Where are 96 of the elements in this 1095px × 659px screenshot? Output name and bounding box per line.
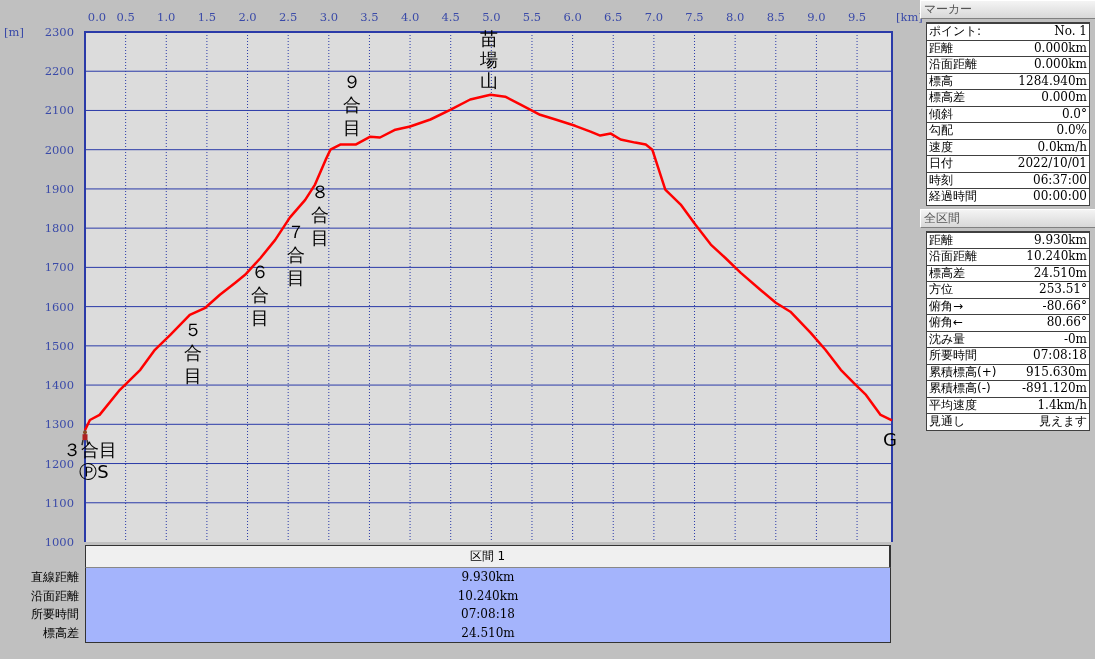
property-value: -891.120m (1021, 381, 1087, 397)
property-value: 80.66° (1046, 315, 1087, 331)
property-label: 傾斜 (929, 106, 953, 122)
axis-tick-label: 4.0 (400, 10, 420, 24)
axis-tick-label: 0.5 (116, 10, 135, 24)
property-label: 経過時間 (929, 189, 977, 205)
property-label: ポイント: (929, 24, 982, 40)
property-value: 9.930km (1034, 232, 1087, 248)
axis-tick-label: 1.0 (157, 10, 176, 24)
axis-tick-label: 9.0 (807, 10, 826, 24)
waypoint-label: ５合目 (184, 319, 202, 386)
table-cell: 07:08:18 (85, 605, 891, 624)
property-value: 06:37:00 (1033, 172, 1087, 188)
axis-tick-label: 6.5 (604, 10, 623, 24)
axis-unit-label: [m] (4, 25, 24, 39)
property-value: 10.240km (1026, 249, 1087, 265)
axis-tick-label: 1300 (44, 417, 74, 432)
property-label: 時刻 (929, 172, 953, 188)
axis-tick-label: 3.5 (360, 10, 379, 24)
property-value: 0.000m (1041, 90, 1087, 106)
property-label: 勾配 (929, 123, 953, 139)
axis-tick-label: 5.0 (482, 10, 501, 24)
property-value: 0.0% (1056, 123, 1087, 139)
waypoint-label: ７合目 (287, 221, 305, 288)
axis-tick-label: 6.0 (563, 10, 582, 24)
property-value: 07:08:18 (1033, 348, 1087, 364)
property-value: -80.66° (1042, 298, 1087, 314)
axis-tick-label: 8.0 (726, 10, 745, 24)
property-label: 俯角→ (929, 298, 964, 314)
panel-title: 全区間 (920, 208, 1095, 228)
property-label: 標高 (929, 73, 953, 89)
axis-tick-label: 7.0 (644, 10, 664, 24)
property-value: -0m (1063, 331, 1087, 347)
property-label: 見通し (929, 414, 965, 430)
property-value: 0.0° (1061, 106, 1087, 122)
row-label: 沿面距離 (30, 587, 80, 605)
row-label: 所要時間 (30, 606, 80, 623)
property-value: 見えます (1039, 414, 1087, 430)
axis-tick-label: 2.0 (238, 10, 257, 24)
property-value: 0.0km/h (1037, 139, 1087, 155)
property-value: 915.630m (1026, 364, 1087, 380)
property-value: 253.51° (1039, 282, 1087, 298)
section-header: 区間 1 (85, 545, 891, 568)
property-value: 0.000km (1034, 57, 1087, 73)
panel-title: マーカー (920, 0, 1095, 19)
axis-tick-label: 2300 (44, 25, 74, 39)
waypoint-label: ９合目 (343, 71, 361, 138)
property-label: 平均速度 (929, 397, 977, 413)
axis-tick-label: 1400 (44, 378, 74, 393)
axis-tick-label: 7.5 (685, 10, 704, 24)
property-value: 24.510m (1033, 265, 1087, 281)
property-value: 2022/10/01 (1017, 156, 1087, 172)
property-label: 距離 (929, 40, 953, 56)
axis-tick-label: 2100 (44, 103, 74, 118)
axis-tick-label: 1500 (44, 338, 74, 353)
table-cell: 9.930km (85, 568, 891, 587)
property-value: 1.4km/h (1037, 397, 1087, 413)
property-label: 距離 (929, 232, 953, 248)
property-label: 沿面距離 (929, 57, 977, 73)
table-cell: 24.510m (85, 623, 891, 643)
property-label: 沈み量 (929, 331, 965, 347)
property-label: 方位 (929, 282, 953, 298)
property-label: 累積標高(-) (929, 381, 991, 397)
property-value: 1284.940m (1018, 73, 1087, 89)
axis-tick-label: 1700 (44, 260, 74, 275)
property-value: No. 1 (1054, 24, 1087, 40)
property-label: 標高差 (929, 90, 965, 106)
axis-tick-label: 8.5 (766, 10, 785, 24)
axis-tick-label: 1200 (44, 456, 74, 471)
waypoint-label: 苗場山 (480, 28, 498, 91)
axis-tick-label: 0.0 (87, 10, 107, 24)
property-label: 速度 (929, 139, 953, 155)
property-label: 俯角← (929, 315, 964, 331)
axis-tick-label: 3.0 (319, 10, 338, 24)
axis-tick-label: 2200 (44, 64, 74, 79)
axis-tick-label: 5.5 (522, 10, 542, 24)
axis-tick-label: 2.5 (279, 10, 298, 24)
axis-tick-label: 1000 (44, 535, 74, 549)
axis-tick-label: 9.5 (847, 10, 867, 24)
axis-tick-label: 1800 (44, 221, 74, 236)
property-label: 累積標高(+) (929, 364, 997, 380)
property-label: 沿面距離 (929, 249, 977, 265)
axis-tick-label: 1600 (44, 299, 74, 314)
property-label: 日付 (929, 156, 953, 172)
waypoint-label: ８合目 (311, 181, 329, 248)
property-label: 標高差 (929, 265, 965, 281)
property-value: 0.000km (1034, 40, 1087, 56)
property-value: 00:00:00 (1033, 189, 1087, 205)
row-label: 標高差 (42, 624, 80, 642)
property-label: 所要時間 (929, 348, 977, 364)
axis-tick-label: 1100 (44, 495, 74, 510)
axis-tick-label: 4.5 (441, 10, 460, 24)
axis-tick-label: 2000 (44, 142, 74, 157)
axis-tick-label: 1.5 (197, 10, 217, 24)
axis-tick-label: 1900 (44, 181, 74, 196)
row-label: 直線距離 (30, 569, 80, 586)
